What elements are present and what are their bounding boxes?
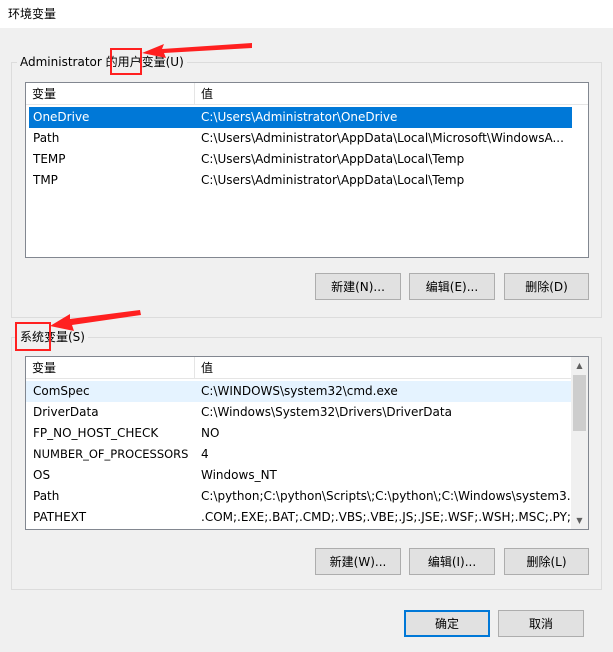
ok-button[interactable]: 确定 [404,610,490,637]
user-row-temp[interactable]: TEMP C:\Users\Administrator\AppData\Loca… [29,149,572,170]
system-list-header: 变量 值 [26,357,571,379]
user-row-value: C:\Users\Administrator\OneDrive [201,110,398,124]
annotation-highlight-box [110,48,142,75]
column-header-value[interactable]: 值 [195,83,588,105]
annotation-highlight-box [15,322,51,351]
user-row-value: C:\Users\Administrator\AppData\Local\Mic… [201,131,564,145]
user-row-onedrive[interactable]: OneDrive C:\Users\Administrator\OneDrive [29,107,572,128]
system-row-pathext[interactable]: PATHEXT .COM;.EXE;.BAT;.CMD;.VBS;.VBE;.J… [26,507,573,528]
user-row-name: TEMP [33,152,66,166]
system-row-name: DriverData [33,405,99,419]
user-row-value: C:\Users\Administrator\AppData\Local\Tem… [201,152,465,166]
system-row-driverdata[interactable]: DriverData C:\Windows\System32\Drivers\D… [26,402,573,423]
system-variables-list[interactable]: 变量 值 ComSpec C:\WINDOWS\system32\cmd.exe… [25,356,589,530]
system-row-fp-no-host-check[interactable]: FP_NO_HOST_CHECK NO [26,423,573,444]
user-variables-list[interactable]: 变量 值 OneDrive C:\Users\Administrator\One… [25,82,589,258]
system-list-scrollbar[interactable]: ▲ ▼ [571,357,588,529]
scroll-up-icon[interactable]: ▲ [571,357,588,374]
system-row-number-of-processors[interactable]: NUMBER_OF_PROCESSORS 4 [26,444,573,465]
system-row-value: 4 [201,447,209,461]
system-row-name: NUMBER_OF_PROCESSORS [33,447,189,461]
system-row-name: ComSpec [33,384,90,398]
annotation-arrow-icon [142,43,252,58]
user-edit-button[interactable]: 编辑(E)... [409,273,495,300]
window-title: 环境变量 [8,7,57,21]
user-delete-button[interactable]: 删除(D) [504,273,589,300]
system-row-name: PATHEXT [33,510,87,524]
system-row-value: NO [201,426,220,440]
user-row-name: Path [33,131,60,145]
system-row-value: Windows_NT [201,468,277,482]
system-row-value: .COM;.EXE;.BAT;.CMD;.VBS;.VBE;.JS;.JSE;.… [201,510,571,524]
annotation-arrow-icon [50,310,141,331]
scroll-down-icon[interactable]: ▼ [571,512,588,529]
user-row-path[interactable]: Path C:\Users\Administrator\AppData\Loca… [29,128,572,149]
user-new-button[interactable]: 新建(N)... [315,273,401,300]
system-row-value: C:\WINDOWS\system32\cmd.exe [201,384,398,398]
title-bar: 环境变量 [0,0,613,28]
system-new-button[interactable]: 新建(W)... [315,548,401,575]
column-header-variable[interactable]: 变量 [26,357,195,379]
system-row-value: C:\Windows\System32\Drivers\DriverData [201,405,452,419]
system-delete-button[interactable]: 删除(L) [504,548,589,575]
system-row-comspec[interactable]: ComSpec C:\WINDOWS\system32\cmd.exe [26,381,573,402]
system-row-name: Path [33,489,60,503]
column-header-value[interactable]: 值 [195,357,573,379]
cancel-button[interactable]: 取消 [498,610,584,637]
column-header-variable[interactable]: 变量 [26,83,195,105]
system-row-name: OS [33,468,51,482]
user-list-header: 变量 值 [26,83,588,105]
system-row-value: C:\python;C:\python\Scripts\;C:\python\;… [201,489,571,503]
system-row-path[interactable]: Path C:\python;C:\python\Scripts\;C:\pyt… [26,486,573,507]
system-row-os[interactable]: OS Windows_NT [26,465,573,486]
user-row-name: TMP [33,173,58,187]
user-row-tmp[interactable]: TMP C:\Users\Administrator\AppData\Local… [29,170,572,191]
user-row-value: C:\Users\Administrator\AppData\Local\Tem… [201,173,465,187]
user-row-name: OneDrive [33,110,90,124]
system-row-name: FP_NO_HOST_CHECK [33,426,159,440]
scroll-thumb[interactable] [573,375,586,431]
system-edit-button[interactable]: 编辑(I)... [409,548,495,575]
